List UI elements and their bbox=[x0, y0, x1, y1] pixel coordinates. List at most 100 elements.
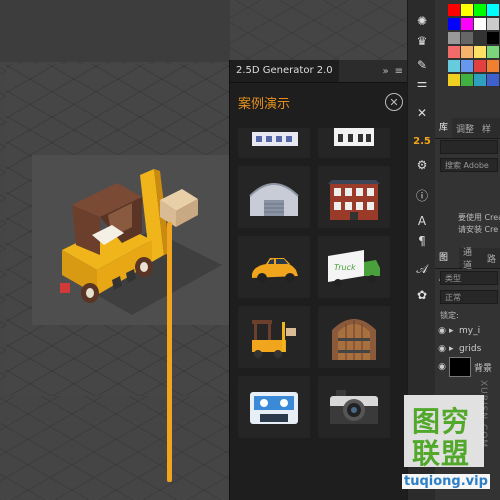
generator-panel: 2.5D Generator 2.0 » ≡ 案例演示 ✕ Truck bbox=[229, 60, 408, 500]
color-swatch[interactable] bbox=[448, 60, 460, 72]
tab-adjust[interactable]: 调整 bbox=[452, 122, 478, 135]
brick-house-thumb[interactable] bbox=[318, 166, 390, 228]
color-swatch[interactable] bbox=[461, 4, 473, 16]
eye-icon[interactable]: ◉ bbox=[435, 326, 449, 336]
type-a-icon[interactable]: A bbox=[413, 212, 431, 230]
building-a-thumb[interactable] bbox=[238, 128, 310, 158]
color-swatch[interactable] bbox=[487, 32, 499, 44]
lock-label: 锁定: bbox=[440, 311, 459, 320]
color-swatch[interactable] bbox=[461, 18, 473, 30]
camera-icon bbox=[330, 390, 378, 424]
color-swatch[interactable] bbox=[448, 74, 460, 86]
truck-thumb[interactable]: Truck bbox=[318, 236, 390, 298]
tab-channels[interactable]: 通道 bbox=[459, 245, 483, 271]
sun-icon[interactable]: ✺ bbox=[413, 12, 431, 30]
watermark-url: tuqiong.vip bbox=[402, 474, 490, 489]
house-icon bbox=[328, 180, 380, 220]
info-icon[interactable]: ⓘ bbox=[413, 186, 431, 204]
eye-icon[interactable]: ◉ bbox=[435, 362, 449, 372]
car-icon bbox=[252, 258, 298, 283]
generator-titlebar: 2.5D Generator 2.0 » ≡ bbox=[230, 60, 408, 83]
color-swatch[interactable] bbox=[461, 32, 473, 44]
color-swatch[interactable] bbox=[448, 46, 460, 58]
sliders-icon[interactable]: ⚙ bbox=[413, 156, 431, 174]
layer-row[interactable]: ◉ 背景 bbox=[435, 357, 500, 377]
library-tabs: 库 调整 样 bbox=[435, 118, 500, 139]
cc-message-line1: 要使用 Crea bbox=[458, 213, 500, 222]
color-swatch[interactable] bbox=[474, 18, 486, 30]
color-swatch[interactable] bbox=[487, 18, 499, 30]
generator-header: 案例演示 ✕ bbox=[230, 83, 408, 119]
generator-tab[interactable]: 2.5D Generator 2.0 bbox=[230, 60, 339, 82]
script-a-icon[interactable]: 𝒜 bbox=[413, 260, 431, 278]
forklift-icon bbox=[252, 320, 296, 358]
color-swatch[interactable] bbox=[487, 60, 499, 72]
layer-name: 背景 bbox=[474, 363, 493, 374]
color-swatch[interactable] bbox=[474, 32, 486, 44]
layer-thumbnail bbox=[449, 357, 471, 377]
folder-icon: ▸ bbox=[449, 326, 454, 336]
color-swatch[interactable] bbox=[487, 74, 499, 86]
swatches-panel bbox=[448, 0, 500, 110]
cassette-icon bbox=[250, 392, 298, 424]
crown-icon[interactable]: ♛ bbox=[413, 32, 431, 50]
x-icon[interactable]: ✕ bbox=[413, 104, 431, 122]
forklift-preview[interactable] bbox=[32, 155, 230, 325]
color-swatch[interactable] bbox=[474, 46, 486, 58]
layer-filter-kind[interactable]: 类型 bbox=[440, 271, 498, 285]
warehouse-thumb[interactable] bbox=[238, 166, 310, 228]
generator-25d-icon[interactable]: 2.5 bbox=[413, 132, 431, 150]
gear-icon[interactable]: ✿ bbox=[413, 286, 431, 304]
color-swatch[interactable] bbox=[461, 46, 473, 58]
truck-icon: Truck bbox=[328, 250, 380, 287]
color-swatch[interactable] bbox=[487, 4, 499, 16]
panel-menu-icon[interactable]: ≡ bbox=[395, 66, 403, 77]
building-b-thumb[interactable] bbox=[318, 128, 390, 158]
tab-styles[interactable]: 样 bbox=[478, 122, 495, 135]
adjust-icon[interactable]: ⚌ bbox=[413, 74, 431, 92]
library-search-input[interactable]: 搜索 Adobe bbox=[440, 158, 498, 172]
demo-thumbnail-grid: Truck bbox=[230, 128, 400, 500]
tab-library[interactable]: 库 bbox=[435, 118, 453, 138]
layer-row[interactable]: ◉ ▸ grids bbox=[435, 340, 500, 358]
car-thumb[interactable] bbox=[238, 236, 310, 298]
forklift-illustration bbox=[60, 169, 222, 315]
tab-paths[interactable]: 路 bbox=[483, 252, 500, 265]
brush-icon[interactable]: ✎ bbox=[413, 56, 431, 74]
color-swatch[interactable] bbox=[448, 4, 460, 16]
color-swatch[interactable] bbox=[448, 32, 460, 44]
color-swatch[interactable] bbox=[461, 74, 473, 86]
watermark-line2: 联盟 bbox=[412, 437, 471, 470]
layers-tabs: 图层 通道 路 bbox=[435, 245, 500, 283]
generator-scroll-track[interactable] bbox=[397, 128, 402, 500]
building-icon bbox=[252, 132, 298, 146]
building-icon bbox=[334, 128, 374, 146]
collapse-icon[interactable]: » bbox=[382, 66, 388, 77]
layer-name: my_i bbox=[459, 326, 481, 336]
wooden-door-thumb[interactable] bbox=[318, 306, 390, 368]
tab-layers[interactable]: 图层 bbox=[435, 248, 459, 283]
warehouse-icon bbox=[249, 183, 299, 216]
layer-row[interactable]: ◉ ▸ my_i bbox=[435, 322, 500, 340]
close-icon[interactable]: ✕ bbox=[385, 93, 403, 111]
truck-logo-text: Truck bbox=[334, 263, 356, 272]
generator-scrollbar-thumb[interactable] bbox=[167, 222, 172, 482]
color-swatch[interactable] bbox=[448, 18, 460, 30]
library-dropdown[interactable] bbox=[440, 140, 498, 154]
color-swatch[interactable] bbox=[487, 46, 499, 58]
forklift-thumb[interactable] bbox=[238, 306, 310, 368]
cassette-thumb[interactable] bbox=[238, 376, 310, 438]
color-swatch[interactable] bbox=[474, 74, 486, 86]
folder-icon: ▸ bbox=[449, 344, 454, 354]
color-swatch[interactable] bbox=[461, 60, 473, 72]
color-swatch[interactable] bbox=[474, 4, 486, 16]
color-swatch[interactable] bbox=[474, 60, 486, 72]
door-icon bbox=[332, 319, 376, 360]
generator-title: 案例演示 bbox=[238, 97, 291, 112]
pilcrow-icon[interactable]: ¶ bbox=[413, 232, 431, 250]
camera-thumb[interactable] bbox=[318, 376, 390, 438]
eye-icon[interactable]: ◉ bbox=[435, 344, 449, 354]
layer-name: grids bbox=[459, 344, 482, 354]
canvas-pasteboard bbox=[0, 0, 230, 62]
blend-mode-select[interactable]: 正常 bbox=[440, 290, 498, 304]
